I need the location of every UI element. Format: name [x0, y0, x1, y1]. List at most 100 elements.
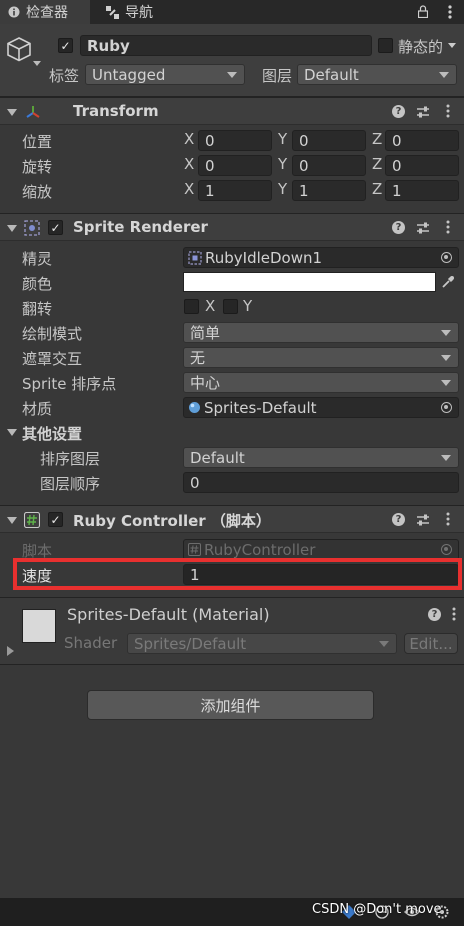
- transform-axes-icon: [26, 106, 40, 118]
- more-vertical-icon[interactable]: [446, 104, 450, 118]
- color-swatch[interactable]: [183, 272, 436, 292]
- other-settings-foldout[interactable]: 其他设置: [22, 423, 82, 444]
- highlight-box: [13, 558, 462, 590]
- sorting-layer-label: 排序图层: [40, 450, 101, 468]
- tab-inspector-label: 检查器: [26, 5, 68, 21]
- tag-value: Untagged: [92, 65, 166, 84]
- layer-dropdown[interactable]: Default: [297, 64, 457, 85]
- info-icon: [8, 6, 20, 18]
- shader-dropdown[interactable]: Sprites/Default: [127, 633, 397, 654]
- navigation-icon: [106, 5, 119, 19]
- ruby-controller-enabled-checkbox[interactable]: ✓: [48, 512, 63, 527]
- sprite-asset-icon: [188, 250, 202, 265]
- help-icon[interactable]: ?: [392, 221, 405, 234]
- object-name-input[interactable]: Ruby: [80, 35, 372, 56]
- material-title: Sprites-Default (Material): [67, 605, 270, 624]
- add-component-button[interactable]: 添加组件: [87, 690, 374, 720]
- tag-dropdown[interactable]: Untagged: [85, 64, 245, 85]
- sprite-value: RubyIdleDown1: [205, 248, 323, 267]
- static-dropdown-caret[interactable]: [448, 43, 456, 48]
- status-bar: CSDN @Don't move: [0, 898, 464, 926]
- watermark-text: CSDN @Don't move: [312, 902, 442, 917]
- axis-y-label: Y: [278, 180, 288, 198]
- axis-x-label: X: [184, 180, 195, 198]
- material-thumbnail: [22, 609, 56, 643]
- axis-x-label: X: [184, 155, 195, 173]
- flip-label: 翻转: [22, 300, 53, 318]
- transform-header[interactable]: Transform ?: [0, 97, 464, 125]
- script-asset-icon: [188, 543, 201, 556]
- draw-mode-dropdown[interactable]: 简单: [183, 322, 459, 343]
- order-in-layer-input[interactable]: 0: [183, 472, 459, 493]
- ruby-controller-title: Ruby Controller （脚本）: [73, 512, 271, 530]
- sprite-object-field[interactable]: RubyIdleDown1: [183, 247, 459, 268]
- help-icon[interactable]: ?: [392, 513, 405, 526]
- script-object-field: RubyController: [183, 539, 459, 560]
- material-object-field[interactable]: Sprites-Default: [183, 397, 459, 418]
- chevron-down-icon: [441, 330, 451, 336]
- icon-dropdown-caret[interactable]: [33, 61, 41, 66]
- static-checkbox[interactable]: [378, 38, 393, 53]
- mask-interaction-value: 无: [190, 349, 206, 367]
- axis-z-label: Z: [372, 130, 383, 148]
- foldout-arrow-icon[interactable]: [7, 429, 17, 436]
- flip-y-checkbox[interactable]: [223, 299, 238, 314]
- lock-icon[interactable]: [418, 5, 428, 18]
- position-x-input[interactable]: 0: [198, 130, 272, 151]
- tab-inspector[interactable]: 检查器: [0, 0, 90, 24]
- more-vertical-icon[interactable]: [446, 512, 450, 526]
- help-icon[interactable]: ?: [392, 105, 405, 118]
- color-label: 颜色: [22, 275, 53, 293]
- ruby-controller-header[interactable]: ✓ Ruby Controller （脚本） ?: [0, 505, 464, 533]
- object-picker-icon[interactable]: [441, 402, 452, 413]
- order-in-layer-label: 图层顺序: [40, 475, 101, 493]
- rotation-x-input[interactable]: 0: [198, 155, 272, 176]
- sort-point-label: Sprite 排序点: [22, 375, 117, 393]
- foldout-arrow-icon[interactable]: [7, 646, 14, 656]
- rotation-y-input[interactable]: 0: [292, 155, 366, 176]
- object-picker-icon: [441, 544, 452, 555]
- draw-mode-label: 绘制模式: [22, 325, 83, 343]
- sorting-layer-value: Default: [190, 448, 245, 467]
- foldout-arrow-icon[interactable]: [7, 517, 17, 524]
- more-vertical-icon[interactable]: [452, 607, 456, 621]
- foldout-arrow-icon[interactable]: [7, 225, 17, 232]
- presets-icon[interactable]: [416, 105, 430, 119]
- shader-edit-button[interactable]: Edit...: [404, 633, 458, 654]
- shader-label: Shader: [64, 634, 118, 652]
- position-y-input[interactable]: 0: [292, 130, 366, 151]
- active-checkbox[interactable]: ✓: [58, 38, 73, 53]
- mask-interaction-dropdown[interactable]: 无: [183, 347, 459, 368]
- more-vertical-icon[interactable]: [446, 220, 450, 234]
- transform-title: Transform: [73, 102, 159, 120]
- sorting-layer-dropdown[interactable]: Default: [183, 447, 459, 468]
- help-icon[interactable]: ?: [428, 608, 441, 621]
- chevron-down-icon: [439, 72, 449, 78]
- sort-point-value: 中心: [190, 374, 221, 392]
- shader-value: Sprites/Default: [134, 634, 247, 653]
- eyedropper-icon[interactable]: [441, 275, 455, 289]
- tab-navigation[interactable]: 导航: [98, 0, 178, 24]
- script-value: RubyController: [204, 540, 316, 559]
- presets-icon[interactable]: [416, 221, 430, 235]
- foldout-arrow-icon[interactable]: [7, 109, 17, 116]
- axis-y-label: Y: [278, 155, 288, 173]
- presets-icon[interactable]: [416, 513, 430, 527]
- scale-y-input[interactable]: 1: [292, 180, 366, 201]
- sprite-renderer-enabled-checkbox[interactable]: ✓: [48, 220, 63, 235]
- flip-x-checkbox[interactable]: [184, 299, 199, 314]
- scale-x-input[interactable]: 1: [198, 180, 272, 201]
- rotation-z-input[interactable]: 0: [385, 155, 459, 176]
- sort-point-dropdown[interactable]: 中心: [183, 372, 459, 393]
- static-label: 静态的: [398, 38, 444, 56]
- scale-label: 缩放: [22, 183, 53, 201]
- more-vertical-icon[interactable]: [448, 5, 452, 19]
- object-picker-icon[interactable]: [441, 252, 452, 263]
- sprite-renderer-header[interactable]: ✓ Sprite Renderer ?: [0, 213, 464, 241]
- material-section: Sprites-Default (Material) ? Shader Spri…: [0, 597, 464, 665]
- position-z-input[interactable]: 0: [385, 130, 459, 151]
- scale-z-input[interactable]: 1: [385, 180, 459, 201]
- material-label: 材质: [22, 400, 53, 418]
- chevron-down-icon: [441, 455, 451, 461]
- chevron-down-icon: [441, 380, 451, 386]
